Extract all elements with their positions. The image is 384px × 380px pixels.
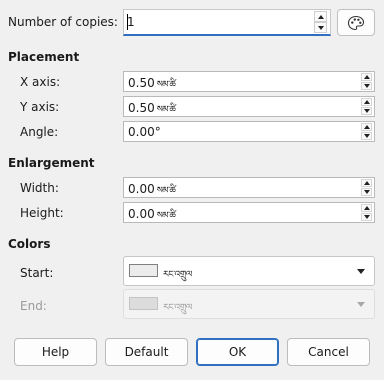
help-button[interactable]: Help [14, 338, 97, 366]
copies-value: 1 [127, 15, 135, 29]
height-field[interactable]: 0.00 སམ་ཚི [123, 202, 375, 223]
x-axis-field[interactable]: 0.50 སམ་ཚི [123, 71, 375, 92]
y-axis-label: Y axis: [20, 100, 60, 114]
copies-spinbox[interactable]: 1 [123, 9, 331, 36]
height-decrement-button[interactable] [361, 213, 372, 221]
y-axis-decrement-button[interactable] [361, 107, 372, 115]
height-value: 0.00 [128, 207, 155, 221]
palette-icon [347, 15, 365, 30]
start-color-name: རང་འགྲུལ [163, 270, 192, 280]
y-axis-increment-button[interactable] [361, 98, 372, 106]
end-color-name: རང་འགྲུལ [163, 303, 192, 313]
x-axis-value: 0.50 [128, 76, 155, 90]
y-axis-unit: སམ་ཚི [156, 105, 176, 115]
x-axis-label: X axis: [20, 75, 61, 89]
dropdown-arrow-icon [357, 302, 365, 307]
start-color-dropdown[interactable]: རང་འགྲུལ [123, 256, 375, 286]
x-axis-decrement-button[interactable] [361, 82, 372, 90]
width-increment-button[interactable] [361, 179, 372, 187]
angle-increment-button[interactable] [361, 123, 372, 131]
start-color-swatch [129, 264, 158, 277]
copies-increment-button[interactable] [314, 11, 327, 22]
width-field[interactable]: 0.00 སམ་ཚི [123, 177, 375, 198]
height-increment-button[interactable] [361, 204, 372, 212]
placement-heading: Placement [8, 50, 80, 64]
angle-value: 0.00° [128, 125, 161, 139]
y-axis-field[interactable]: 0.50 སམ་ཚི [123, 96, 375, 117]
cancel-button[interactable]: Cancel [287, 338, 370, 366]
angle-field[interactable]: 0.00° [123, 121, 375, 142]
enlargement-heading: Enlargement [8, 156, 95, 170]
angle-decrement-button[interactable] [361, 132, 372, 140]
ok-button[interactable]: OK [196, 338, 279, 366]
palette-button[interactable] [337, 9, 375, 36]
copies-label: Number of copies: [8, 15, 118, 29]
x-axis-increment-button[interactable] [361, 73, 372, 81]
end-color-label: End: [20, 299, 47, 313]
width-label: Width: [20, 181, 59, 195]
start-color-label: Start: [20, 266, 54, 280]
y-axis-value: 0.50 [128, 101, 155, 115]
default-button[interactable]: Default [105, 338, 188, 366]
height-unit: སམ་ཚི [156, 211, 176, 221]
width-value: 0.00 [128, 182, 155, 196]
x-axis-unit: སམ་ཚི [156, 80, 176, 90]
angle-label: Angle: [20, 125, 59, 139]
colors-heading: Colors [8, 237, 51, 251]
height-label: Height: [20, 206, 64, 220]
width-decrement-button[interactable] [361, 188, 372, 196]
end-color-swatch [129, 297, 158, 310]
width-unit: སམ་ཚི [156, 186, 176, 196]
end-color-dropdown[interactable]: རང་འགྲུལ [123, 289, 375, 319]
dropdown-arrow-icon [357, 269, 365, 274]
copies-decrement-button[interactable] [314, 22, 327, 33]
